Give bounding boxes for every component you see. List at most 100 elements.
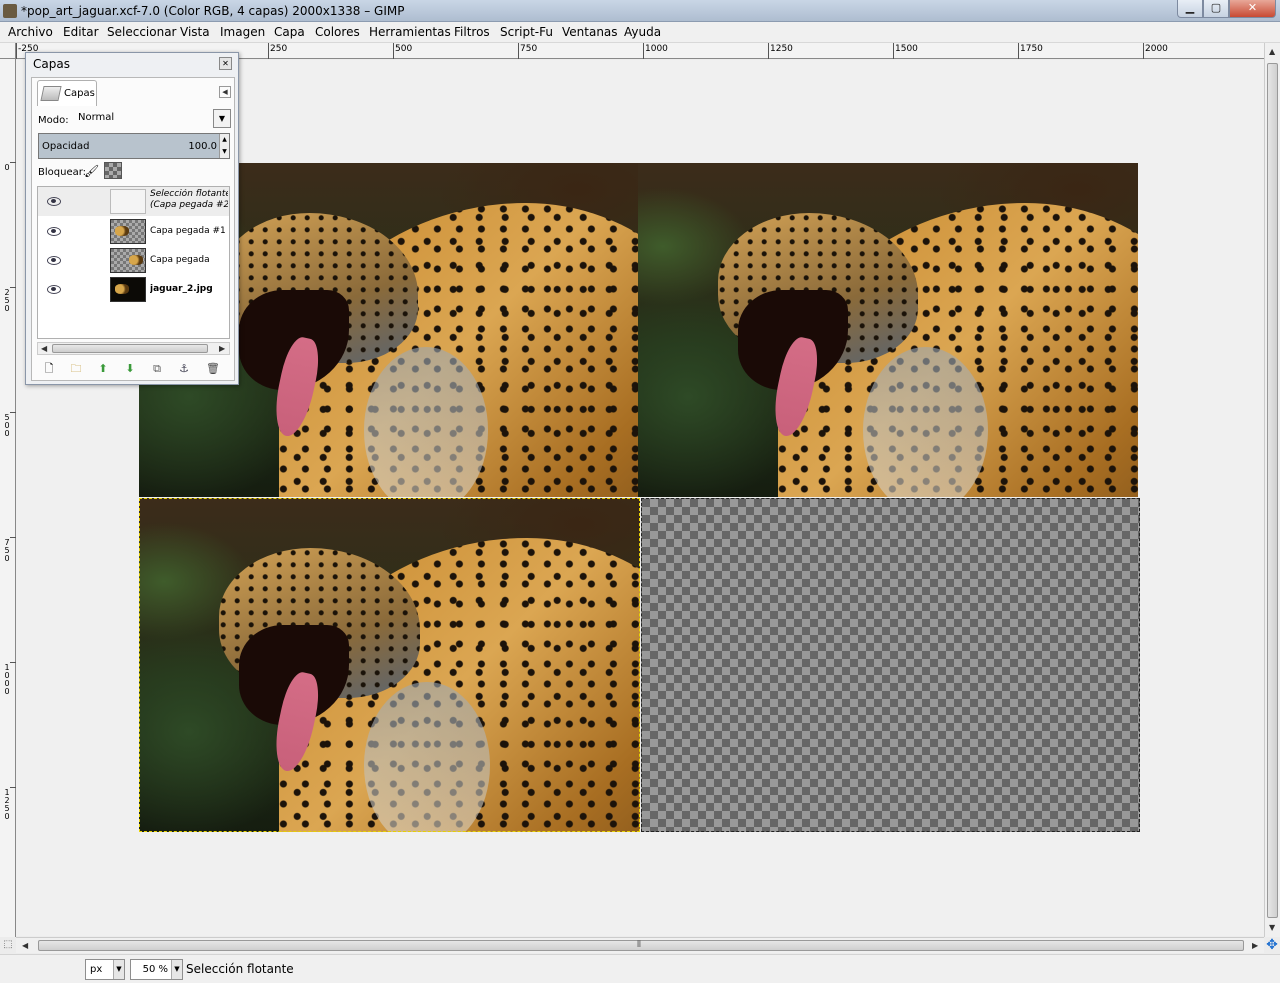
tab-menu-icon[interactable]: ◀ <box>219 86 231 98</box>
close-icon: ✕ <box>1247 1 1258 14</box>
layer-list-scrollbar[interactable]: ◀ ▶ <box>37 342 230 355</box>
hruler-tick <box>16 43 17 59</box>
hruler-tick <box>268 43 269 59</box>
delete-layer-icon[interactable]: 🗑 <box>205 361 221 377</box>
vruler-label: 500 <box>4 413 10 438</box>
mode-value: Normal <box>78 112 115 123</box>
tab-capas[interactable]: Capas <box>37 80 97 106</box>
hruler-label: 500 <box>395 44 413 54</box>
lower-layer-icon[interactable]: ⬇ <box>122 361 138 377</box>
menu-seleccionar[interactable]: Seleccionar <box>107 25 176 39</box>
lock-pixels-brush-icon[interactable]: 🖌 <box>84 164 99 178</box>
tab-label: Capas <box>64 88 95 99</box>
menu-bar: Archivo Editar Seleccionar Vista Imagen … <box>0 22 1280 43</box>
hruler-label: 2000 <box>1145 44 1168 54</box>
scroll-left-icon[interactable]: ◀ <box>41 344 47 353</box>
layer-row-capa-pegada-1[interactable]: Capa pegada #1 <box>38 217 229 246</box>
quick-mask-icon[interactable]: ⬚ <box>0 937 16 953</box>
hruler-tick <box>518 43 519 59</box>
hruler-label: 250 <box>270 44 288 54</box>
hruler-tick <box>893 43 894 59</box>
eye-icon[interactable] <box>47 284 61 294</box>
scroll-right-icon[interactable]: ▶ <box>1252 941 1258 950</box>
vertical-scrollbar[interactable]: ▲ ▼ <box>1264 43 1280 937</box>
layer-name: Capa pegada #1 <box>150 226 226 236</box>
vertical-scroll-thumb[interactable] <box>1267 63 1278 918</box>
menu-imagen[interactable]: Imagen <box>220 25 265 39</box>
menu-capa[interactable]: Capa <box>274 25 305 39</box>
vruler-label: 750 <box>4 538 10 563</box>
jaguar-photo-top-right <box>638 163 1138 497</box>
dock-close-button[interactable]: ✕ <box>219 57 232 70</box>
anchor-layer-icon[interactable]: ⚓ <box>176 361 192 377</box>
zoom-select[interactable]: 50 % ▼ <box>130 959 183 980</box>
opacity-label: Opacidad <box>42 141 90 152</box>
scroll-up-icon[interactable]: ▲ <box>1269 47 1275 56</box>
status-bar: px ▼ 50 % ▼ Selección flotante <box>0 954 1280 983</box>
menu-archivo[interactable]: Archivo <box>8 25 53 39</box>
hruler-tick <box>1018 43 1019 59</box>
menu-script-fu[interactable]: Script-Fu <box>500 25 553 39</box>
minimize-button[interactable]: ▁ <box>1177 0 1203 18</box>
hruler-label: 1500 <box>895 44 918 54</box>
hruler-tick <box>1143 43 1144 59</box>
vruler-label: 0 <box>4 163 10 172</box>
layer-row-jaguar-2[interactable]: jaguar_2.jpg <box>38 275 229 304</box>
title-bar: *pop_art_jaguar.xcf-7.0 (Color RGB, 4 ca… <box>0 0 1280 22</box>
menu-vista[interactable]: Vista <box>180 25 210 39</box>
mode-select[interactable]: Normal ▼ <box>78 109 231 128</box>
opacity-slider[interactable]: Opacidad 100.0 ▲ ▼ <box>38 133 230 159</box>
maximize-button[interactable]: ▢ <box>1203 0 1229 18</box>
hruler-label: 750 <box>520 44 538 54</box>
horizontal-scroll-thumb[interactable]: ⦀ <box>38 940 1244 951</box>
navigate-icon[interactable]: ✥ <box>1264 937 1280 953</box>
eye-icon[interactable] <box>47 196 61 206</box>
lock-alpha-icon[interactable] <box>104 162 122 179</box>
unit-select[interactable]: px ▼ <box>85 959 125 980</box>
scroll-right-icon[interactable]: ▶ <box>219 344 225 353</box>
eye-icon[interactable] <box>47 226 61 236</box>
layer-list: Selección flotante (Capa pegada #2) Capa… <box>37 186 230 339</box>
layer-row-capa-pegada[interactable]: Capa pegada <box>38 246 229 275</box>
layer-name: Capa pegada <box>150 255 210 265</box>
layer-thumbnail <box>110 248 146 273</box>
new-layer-group-icon[interactable]: 🗀 <box>68 361 84 377</box>
jaguar-photo-bottom-left <box>139 498 640 832</box>
close-button[interactable]: ✕ <box>1229 0 1276 18</box>
dock-title: Capas <box>33 57 70 71</box>
layer-row-floating-selection[interactable]: Selección flotante (Capa pegada #2) <box>38 187 229 216</box>
layer-name: Selección flotante <box>150 189 228 199</box>
vertical-ruler[interactable]: 0 250 500 750 1000 1250 <box>0 59 16 937</box>
layer-list-scroll-thumb[interactable] <box>52 344 208 353</box>
menu-editar[interactable]: Editar <box>63 25 99 39</box>
maximize-icon: ▢ <box>1210 1 1222 14</box>
menu-filtros[interactable]: Filtros <box>454 25 490 39</box>
duplicate-layer-icon[interactable]: ⧉ <box>149 361 165 377</box>
new-layer-icon[interactable]: 🗋 <box>41 361 57 377</box>
window-title: *pop_art_jaguar.xcf-7.0 (Color RGB, 4 ca… <box>21 4 405 18</box>
menu-ventanas[interactable]: Ventanas <box>562 25 618 39</box>
raise-layer-icon[interactable]: ⬆ <box>95 361 111 377</box>
hruler-tick <box>643 43 644 59</box>
layer-name: jaguar_2.jpg <box>150 284 213 294</box>
opacity-spinner[interactable]: ▲ ▼ <box>219 134 229 158</box>
scroll-left-icon[interactable]: ◀ <box>22 941 28 950</box>
lock-label: Bloquear: <box>38 167 87 178</box>
hruler-label: 1000 <box>645 44 668 54</box>
menu-ayuda[interactable]: Ayuda <box>624 25 661 39</box>
layers-dock[interactable]: Capas ✕ Capas ◀ Modo: Normal ▼ Opacidad … <box>25 52 239 385</box>
menu-herramientas[interactable]: Herramientas <box>369 25 451 39</box>
opacity-value: 100.0 <box>188 141 217 152</box>
layer-buttons: 🗋 🗀 ⬆ ⬇ ⧉ ⚓ 🗑 <box>37 360 230 378</box>
vruler-label: 1000 <box>4 663 10 696</box>
chevron-down-icon: ▼ <box>213 109 231 128</box>
eye-icon[interactable] <box>47 255 61 265</box>
ruler-corner[interactable] <box>0 43 16 59</box>
horizontal-scrollbar[interactable]: ◀ ⦀ ▶ <box>16 937 1264 953</box>
transparent-area <box>641 498 1140 832</box>
zoom-value: 50 % <box>142 964 168 975</box>
scroll-down-icon[interactable]: ▼ <box>1269 923 1275 932</box>
menu-colores[interactable]: Colores <box>315 25 360 39</box>
layer-thumbnail <box>110 277 146 302</box>
layers-panel: Capas ◀ Modo: Normal ▼ Opacidad 100.0 ▲ ▼… <box>31 77 235 381</box>
